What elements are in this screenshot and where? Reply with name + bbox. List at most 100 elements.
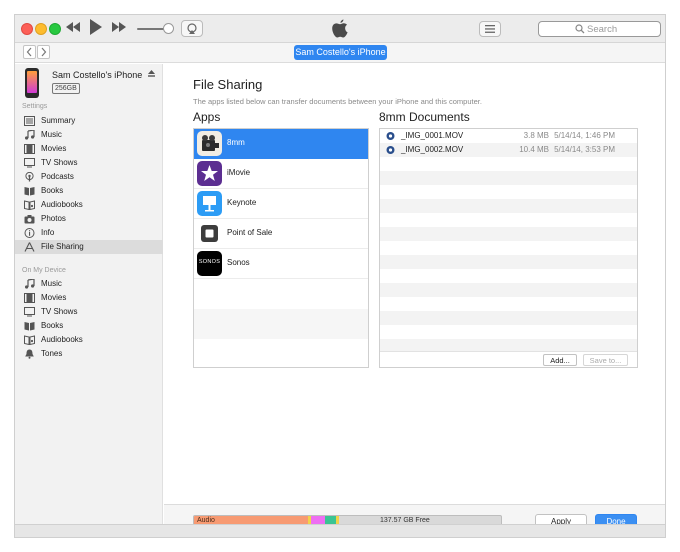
list-stripe <box>194 309 368 339</box>
device-button[interactable]: Sam Costello's iPhone <box>294 45 387 60</box>
device-capacity-badge: 256GB <box>52 83 80 94</box>
rewind-icon[interactable] <box>65 21 81 36</box>
keynote-app-icon <box>197 191 222 216</box>
list-stripe <box>380 339 637 351</box>
sidebar-item-music[interactable]: Music <box>15 128 163 142</box>
sidebar-item-info[interactable]: Info <box>15 226 163 240</box>
sidebar-item-audiobooks[interactable]: Audiobooks <box>15 198 163 212</box>
forward-button[interactable] <box>37 45 50 59</box>
page-title: File Sharing <box>193 77 263 92</box>
window-footer <box>15 524 665 537</box>
sidebar-item-books[interactable]: Books <box>15 184 163 198</box>
sidebar-item-device-audiobooks[interactable]: Audiobooks <box>15 333 163 347</box>
documents-list[interactable]: _IMG_0001.MOV 3.8 MB 5/14/14, 1:46 PM _I… <box>379 128 638 368</box>
eject-icon[interactable] <box>147 69 156 81</box>
documents-header: 8mm Documents <box>379 110 470 124</box>
airplay-icon <box>187 23 197 34</box>
sidebar-item-label: Music <box>41 130 62 139</box>
close-window-button[interactable] <box>21 23 33 35</box>
list-stripe <box>380 185 637 199</box>
list-stripe <box>380 255 637 269</box>
sidebar-item-label: Audiobooks <box>41 335 83 344</box>
list-stripe <box>380 227 637 241</box>
sidebar-item-label: Podcasts <box>41 172 74 181</box>
app-name: Sonos <box>227 258 250 267</box>
search-placeholder: Search <box>587 24 618 35</box>
app-row-point-of-sale[interactable]: Point of Sale <box>194 219 368 249</box>
search-field[interactable]: Search <box>538 21 661 37</box>
sidebar-item-label: Photos <box>41 214 66 223</box>
apps-list[interactable]: 8mm iMovie Keynote Point of Sale SONOS S… <box>193 128 369 368</box>
page-description: The apps listed below can transfer docum… <box>193 97 482 106</box>
volume-slider-knob[interactable] <box>163 23 174 34</box>
app-row-8mm[interactable]: 8mm <box>194 129 368 159</box>
list-stripe <box>380 241 637 255</box>
sidebar-item-device-music[interactable]: Music <box>15 277 163 291</box>
list-stripe <box>380 213 637 227</box>
sidebar-item-label: Audiobooks <box>41 200 83 209</box>
sidebar-item-label: File Sharing <box>41 242 84 251</box>
toolbar: Search <box>15 15 665 43</box>
sidebar-item-label: Info <box>41 228 55 237</box>
document-date: 5/14/14, 3:53 PM <box>554 145 615 154</box>
settings-section-header: Settings <box>22 103 48 110</box>
sidebar-item-movies[interactable]: Movies <box>15 142 163 156</box>
iphone-device-icon[interactable] <box>25 68 39 98</box>
sidebar-item-file-sharing[interactable]: File Sharing <box>15 240 163 254</box>
list-stripe <box>380 157 637 171</box>
document-name: _IMG_0002.MOV <box>401 145 464 154</box>
sidebar-item-label: Books <box>41 186 64 195</box>
document-name: _IMG_0001.MOV <box>401 131 464 140</box>
imovie-app-icon <box>197 161 222 186</box>
apps-header: Apps <box>193 110 221 124</box>
sonos-app-icon: SONOS <box>197 251 222 276</box>
save-to-button[interactable]: Save to... <box>583 354 628 366</box>
sidebar-item-photos[interactable]: Photos <box>15 212 163 226</box>
app-name: iMovie <box>227 168 251 177</box>
8mm-app-icon <box>197 131 222 156</box>
sidebar: Sam Costello's iPhone 256GB Settings Sum… <box>15 64 163 537</box>
on-my-device-section-header: On My Device <box>22 267 66 274</box>
sonos-logo-text: SONOS <box>198 259 221 265</box>
zoom-window-button[interactable] <box>49 23 61 35</box>
document-row[interactable]: _IMG_0001.MOV 3.8 MB 5/14/14, 1:46 PM <box>380 129 637 143</box>
device-name[interactable]: Sam Costello's iPhone <box>52 70 142 80</box>
sidebar-item-label: TV Shows <box>41 158 78 167</box>
document-row[interactable]: _IMG_0002.MOV 10.4 MB 5/14/14, 3:53 PM <box>380 143 637 157</box>
list-stripe <box>380 283 637 297</box>
document-date: 5/14/14, 1:46 PM <box>554 131 615 140</box>
file-sharing-icon <box>24 242 35 255</box>
sidebar-item-device-books[interactable]: Books <box>15 319 163 333</box>
app-name: Point of Sale <box>227 228 273 237</box>
app-row-imovie[interactable]: iMovie <box>194 159 368 189</box>
list-stripe <box>380 171 637 185</box>
documents-footer: Add... Save to... <box>380 351 637 367</box>
app-row-keynote[interactable]: Keynote <box>194 189 368 219</box>
document-size: 3.8 MB <box>523 131 549 140</box>
add-button[interactable]: Add... <box>543 354 577 366</box>
list-stripe <box>380 297 637 311</box>
app-row-sonos[interactable]: SONOS Sonos <box>194 249 368 279</box>
sidebar-item-label: Tones <box>41 349 63 358</box>
sidebar-item-podcasts[interactable]: Podcasts <box>15 170 163 184</box>
apple-logo-icon <box>331 18 349 43</box>
fast-forward-icon[interactable] <box>111 21 127 36</box>
minimize-window-button[interactable] <box>35 23 47 35</box>
app-name: Keynote <box>227 198 257 207</box>
sidebar-item-label: Movies <box>41 293 67 302</box>
list-stripe <box>380 325 637 339</box>
airplay-button[interactable] <box>181 20 203 37</box>
search-icon <box>575 24 585 37</box>
sidebar-item-device-movies[interactable]: Movies <box>15 291 163 305</box>
sidebar-item-summary[interactable]: Summary <box>15 114 163 128</box>
app-name: 8mm <box>227 138 245 147</box>
sidebar-item-label: Summary <box>41 116 76 125</box>
chevron-left-icon <box>26 47 32 57</box>
play-icon[interactable] <box>89 18 103 39</box>
sidebar-item-tv-shows[interactable]: TV Shows <box>15 156 163 170</box>
main-content: File Sharing The apps listed below can t… <box>164 64 665 537</box>
sidebar-item-device-tv-shows[interactable]: TV Shows <box>15 305 163 319</box>
back-button[interactable] <box>23 45 36 59</box>
list-view-button[interactable] <box>479 21 501 37</box>
sidebar-item-device-tones[interactable]: Tones <box>15 347 163 361</box>
